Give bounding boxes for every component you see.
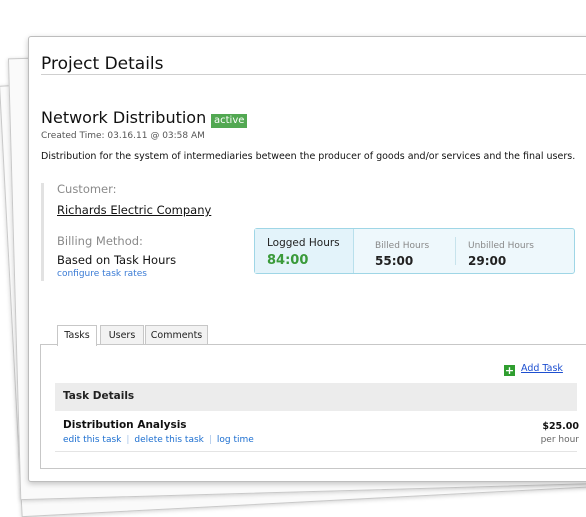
hours-summary: Logged Hours 84:00 Billed Hours 55:00 Un… (254, 228, 575, 274)
log-time-link[interactable]: log time (217, 435, 254, 445)
billing-method-value: Based on Task Hours (57, 253, 177, 267)
project-details-card: Project Details Network Distribution act… (28, 36, 586, 482)
task-rate-unit: per hour (540, 435, 579, 445)
plus-icon[interactable]: + (504, 365, 515, 376)
task-details-header-label: Task Details (63, 390, 135, 402)
page-title: Project Details (41, 54, 164, 74)
tab-comments[interactable]: Comments (145, 325, 208, 345)
info-side-bar (41, 183, 44, 281)
tab-users[interactable]: Users (100, 325, 144, 345)
task-actions: edit this task | delete this task | log time (63, 435, 254, 445)
task-details-header: Task Details (55, 383, 577, 411)
edit-task-link[interactable]: edit this task (63, 435, 121, 445)
billed-hours-label: Billed Hours (375, 241, 430, 251)
status-badge: active (211, 114, 248, 128)
logged-hours-cell: Logged Hours 84:00 (255, 229, 354, 273)
logged-hours-label: Logged Hours (267, 237, 340, 249)
customer-label: Customer: (57, 182, 117, 196)
delete-task-link[interactable]: delete this task (134, 435, 203, 445)
action-separator: | (126, 435, 130, 445)
unbilled-hours-value: 29:00 (468, 254, 507, 268)
unbilled-hours-label: Unbilled Hours (468, 241, 534, 251)
created-time: Created Time: 03.16.11 @ 03:58 AM (41, 131, 205, 141)
tasks-panel: + Add Task Task Details Distribution Ana… (40, 344, 586, 469)
tab-tasks[interactable]: Tasks (57, 325, 97, 346)
project-name: Network Distribution (41, 108, 207, 127)
add-task-link[interactable]: Add Task (521, 363, 563, 374)
configure-task-rates-link[interactable]: configure task rates (57, 269, 147, 279)
row-divider (55, 451, 577, 452)
hours-divider (455, 237, 456, 265)
action-separator: | (208, 435, 212, 445)
customer-link[interactable]: Richards Electric Company (57, 203, 211, 217)
billing-method-label: Billing Method: (57, 234, 143, 248)
task-rate: $25.00 (542, 421, 579, 432)
logged-hours-value: 84:00 (267, 253, 309, 268)
project-description: Distribution for the system of intermedi… (41, 151, 576, 162)
task-name: Distribution Analysis (63, 419, 187, 431)
title-divider (41, 74, 586, 75)
billed-hours-value: 55:00 (375, 254, 414, 268)
